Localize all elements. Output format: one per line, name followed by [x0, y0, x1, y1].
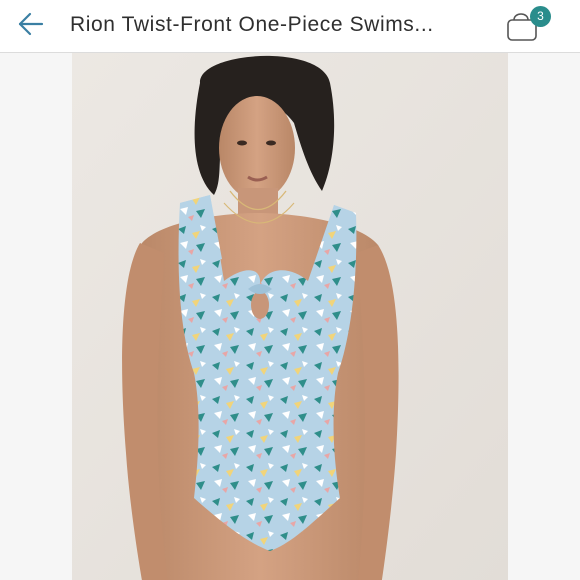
- product-screen: Rion Twist-Front One-Piece Swims... 3: [0, 0, 580, 580]
- back-button[interactable]: [10, 8, 50, 44]
- cart-button[interactable]: 3: [500, 4, 556, 48]
- product-image[interactable]: [72, 53, 508, 580]
- page-title: Rion Twist-Front One-Piece Swims...: [70, 13, 434, 36]
- model-photo: [72, 53, 508, 580]
- arrow-left-icon: [16, 11, 44, 42]
- top-app-bar: Rion Twist-Front One-Piece Swims... 3: [0, 0, 580, 53]
- cart-count-badge: 3: [530, 6, 551, 27]
